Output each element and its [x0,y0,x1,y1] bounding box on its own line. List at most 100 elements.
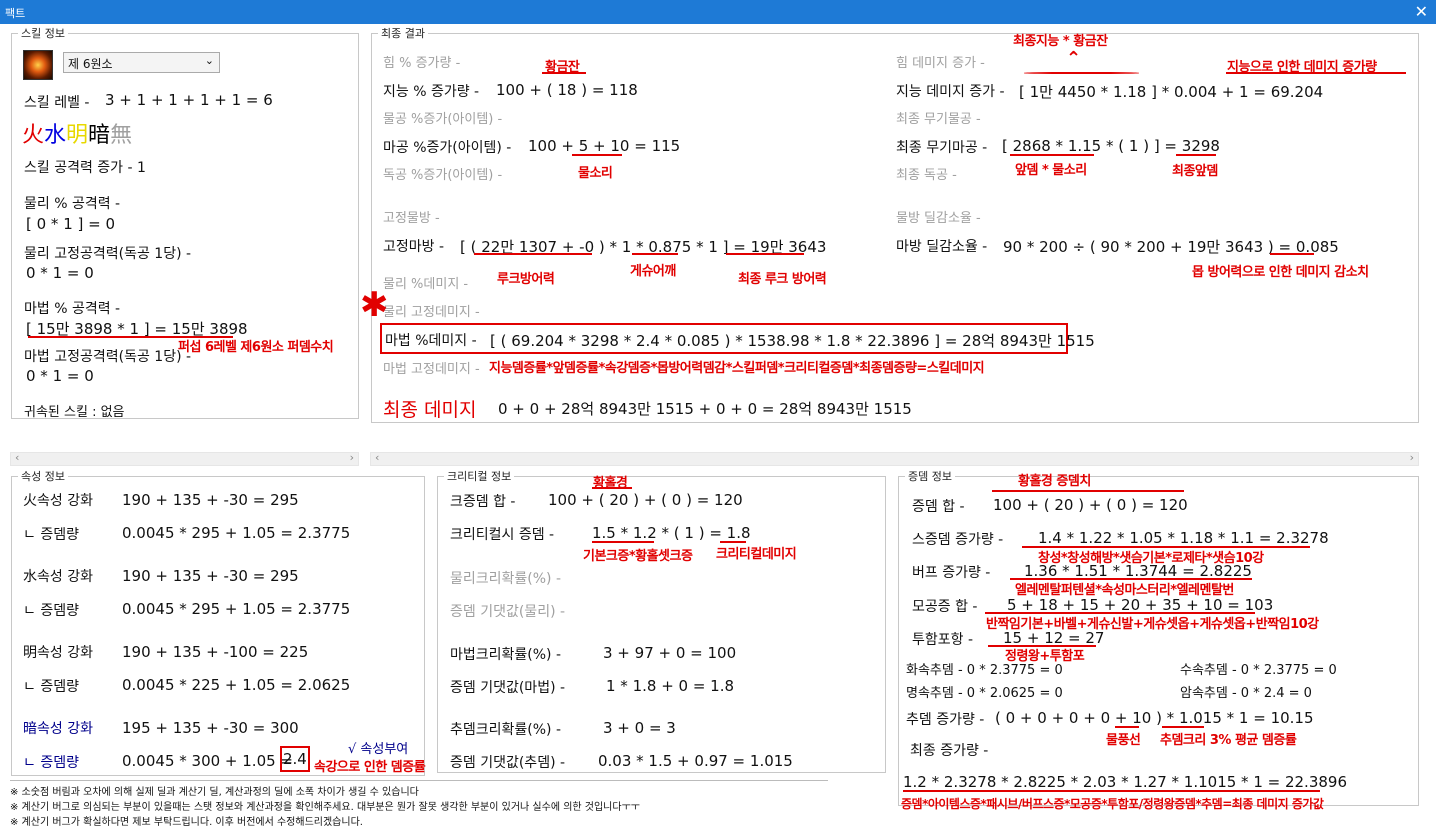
title-bar: 팩트 ✕ [0,0,1436,24]
star-icon: ✱ [360,285,389,325]
crit-phys-rate-label: 물리크리확률(%) - [450,571,562,587]
underline-hwanggeum [542,72,586,74]
mag-item-value: 100 + 5 + 10 = 115 [528,137,681,155]
boost-dark-add: 암속추뎀 - 0 * 2.4 = 0 [1180,686,1312,701]
annotation-final-int: 최종지능 * 황금잔 [1013,34,1108,49]
attr-dark-sub-label: ㄴ 증뎀량 [23,755,79,771]
crit-add-exp-value: 0.03 * 1.5 + 0.97 = 1.015 [598,752,793,770]
final-mag-weapon-label: 최종 무기마공 - [896,140,988,156]
final-dmg-value: 0 + 0 + 28억 8943만 1515 + 0 + 0 = 28억 894… [498,400,912,418]
boost-add-value: ( 0 + 0 + 0 + 0 + 10 ) * 1.015 * 1 = 10.… [995,709,1314,727]
underline-mag-item [572,154,622,156]
attr-water-value: 190 + 135 + -30 = 295 [122,567,299,585]
crit-dmg-label: 크리티컬시 증뎀 - [450,527,555,543]
str-pct-label: 힘 % 증가량 - [383,56,461,71]
annotation-formula: 지능뎀증률*앞뎀증률*속강뎀증*몹방어력뎀감*스킬퍼뎀*크리티컬증뎀*최종뎀증량… [489,361,985,376]
close-icon[interactable]: ✕ [1415,2,1428,21]
crit-phys-exp-label: 증뎀 기댓값(물리) - [450,604,566,620]
boost-final-value: 1.2 * 2.3278 * 2.8225 * 2.03 * 1.27 * 1.… [903,773,1348,791]
underline-boost-sum [992,490,1184,492]
ind-item-label: 독공 %증가(아이템) - [383,168,503,183]
horizontal-scrollbar-left[interactable]: ‹ › [10,451,359,466]
annotation-luk-def: 루크방어력 [497,272,555,287]
attr-water-sub-value: 0.0045 * 295 + 1.05 = 2.3775 [122,600,351,618]
attr-check[interactable]: √ 속성부여 [348,738,408,757]
fixed-phys-label: 고정물방 - [383,211,440,226]
crit-add-exp-label: 증뎀 기댓값(추뎀) - [450,755,566,771]
element-dark: 暗 [88,123,111,148]
phys-fixed-dmg-label: 물리 고정데미지 - [383,305,480,320]
note-2: ※ 계산기 버그로 의심되는 부분이 있을때는 스탯 정보와 계산과정을 확인해… [10,802,640,813]
boost-mogong-label: 모공증 합 - [912,599,978,615]
element-none: 無 [110,123,133,148]
final-phys-weapon-label: 최종 무기물공 - [896,112,981,127]
crit-mag-rate-value: 3 + 97 + 0 = 100 [603,644,737,662]
boost-sum-value: 100 + ( 20 ) + ( 0 ) = 120 [993,496,1188,514]
notes-divider [10,780,828,781]
element-row: 火水明暗無 [22,117,132,149]
attr-water-label: 水속성 강화 [23,569,93,585]
int-pct-value: 100 + ( 18 ) = 118 [496,81,638,99]
phys-pct-label: 물리 % 공격력 - [24,196,121,212]
underline-mulpung [1115,726,1139,728]
attr-light-label: 明속성 강화 [23,645,93,661]
phys-fixed-label: 물리 고정공격력(독공 1당) - [24,246,192,262]
annotation-gesyu: 게슈어깨 [630,264,676,279]
underline-final-luk [726,253,804,255]
skill-select[interactable]: 제 6원소 ⌄ [63,52,220,73]
annotation-crit-base: 기본크증*황홀셋크증 [583,549,693,564]
attr-light-sub-value: 0.0045 * 225 + 1.05 = 2.0625 [122,676,351,694]
boost-fire-add: 화속추뎀 - 0 * 2.3775 = 0 [906,663,1063,678]
final-ind-label: 최종 독공 - [896,168,957,183]
attr-dark-label: 暗속성 강화 [23,721,93,737]
boost-add-label: 추뎀 증가량 - [906,712,985,728]
arrow-up-icon: ⌃ [1066,48,1082,69]
boost-skill-value: 1.4 * 1.22 * 1.05 * 1.18 * 1.1 = 2.3278 [1038,529,1329,547]
int-pct-label: 지능 % 증가량 - [383,84,480,100]
boost-final-label: 최종 증가량 - [910,743,989,759]
int-dmg-value: [ 1만 4450 * 1.18 ] * 0.004 + 1 = 69.204 [1019,83,1324,101]
underline-luk-def [474,253,592,255]
mag-item-label: 마공 %증가(아이템) - [383,140,512,156]
phys-def-red-label: 물방 딜감소율 - [896,211,981,226]
mag-fixed-label: 마법 고정공격력(독공 1당) - [24,349,192,365]
element-water: 水 [44,123,67,148]
crit-mag-exp-value: 1 * 1.8 + 0 = 1.8 [606,677,735,695]
note-1: ※ 소숫점 버림과 오차에 의해 실제 딜과 계산기 딜, 계산과정의 딜에 소… [10,787,419,798]
annotation-mob-def: 몹 방어력으로 인한 데미지 감소치 [1192,265,1369,280]
attr-fire-value: 190 + 135 + -30 = 295 [122,491,299,509]
boost-water-add: 수속추뎀 - 0 * 2.3775 = 0 [1180,663,1337,678]
underline-add-crit [1162,726,1204,728]
mag-fixed-dmg-label: 마법 고정데미지 - [383,362,480,377]
int-dmg-label: 지능 데미지 증가 - [896,84,1005,100]
window-title: 팩트 [5,7,26,20]
underline-gesyu [632,253,678,255]
crit-mag-rate-label: 마법크리확률(%) - [450,647,562,663]
mag-def-red-label: 마방 딜감소율 - [896,239,988,255]
annotation-final-apdem: 최종앞뎀 [1172,164,1218,179]
annotation-crit-dmg: 크리티컬데미지 [716,547,797,562]
phys-dmg-pct-label: 물리 %데미지 - [383,277,469,292]
attr-fire-label: 火속성 강화 [23,493,93,509]
horizontal-scrollbar-right[interactable]: ‹ › [370,451,1419,466]
annotation-mulsori: 물소리 [578,166,613,181]
skill-icon [23,50,53,80]
skill-select-value: 제 6원소 [68,57,113,71]
boost-light-add: 명속추뎀 - 0 * 2.0625 = 0 [906,686,1063,701]
attr-dark-boxed-value: 2.4 [280,746,310,772]
element-fire: 火 [22,123,45,148]
attr-caption: 속성 정보 [18,468,68,484]
underline-boost-final [903,790,1320,792]
skill-caption: 스킬 정보 [18,25,68,41]
underline-apdem [1010,154,1094,156]
mag-pct-label: 마법 % 공격력 - [24,301,121,317]
annotation-apdem: 앞뎀 * 물소리 [1015,163,1087,178]
crit-sum-value: 100 + ( 20 ) + ( 0 ) = 120 [548,491,743,509]
fixed-mag-label: 고정마방 - [383,239,445,255]
phys-fixed-value: 0 * 1 = 0 [26,264,94,282]
attr-water-sub-label: ㄴ 증뎀량 [23,603,79,619]
attr-fire-sub-label: ㄴ 증뎀량 [23,527,79,543]
final-mag-weapon-value: [ 2868 * 1.15 * ( 1 ) ] = 3298 [1002,137,1220,155]
annotation-boost-final: 증뎀*아이템스증*패시브/버프스증*모공증*투함포/정령왕증뎀*추뎀=최종 데미… [901,797,1324,811]
phys-pct-value: [ 0 * 1 ] = 0 [26,215,116,233]
